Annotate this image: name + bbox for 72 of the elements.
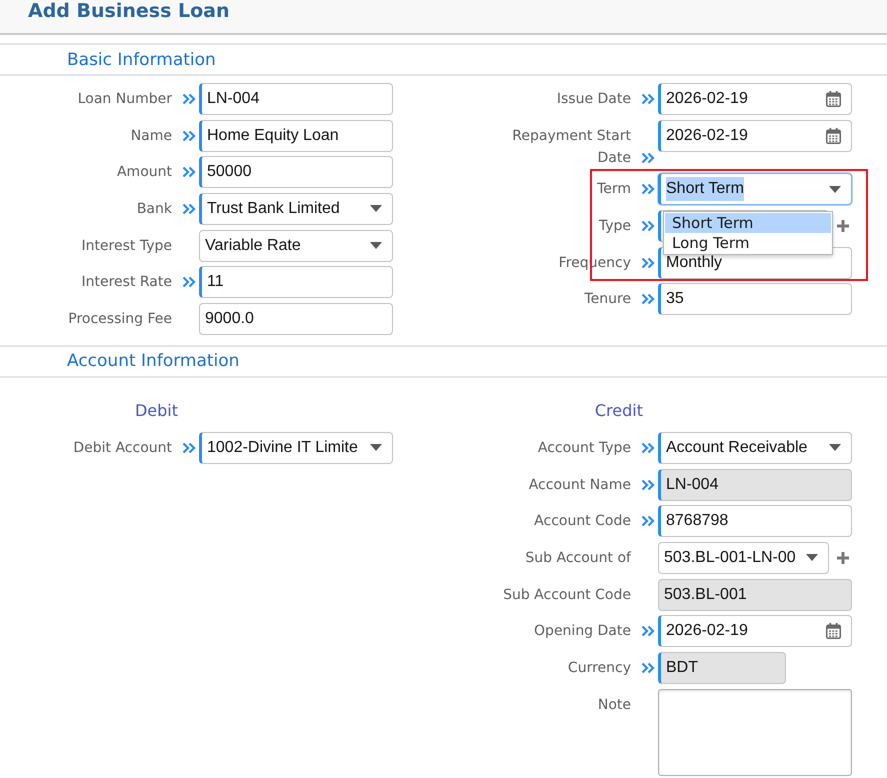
plus-icon[interactable]	[837, 552, 849, 564]
double-chevron-icon	[641, 256, 655, 269]
double-chevron-icon	[182, 442, 196, 454]
double-chevron-icon	[641, 662, 655, 674]
text-field[interactable]: Home Equity Loan	[199, 120, 393, 152]
calendar-icon[interactable]	[826, 128, 841, 144]
field-label: Currency	[568, 660, 631, 676]
field-label: Sub Account Code	[503, 586, 631, 603]
field-label: Repayment Start Date	[512, 128, 631, 166]
field-label: Term	[597, 181, 631, 198]
section-heading: Account Information	[67, 350, 240, 372]
select-field[interactable]: 503.BL-001-LN-00	[658, 542, 829, 574]
double-chevron-icon	[182, 276, 196, 288]
calendar-icon[interactable]	[826, 91, 841, 107]
field-label: Account Code	[534, 513, 631, 530]
double-chevron-icon	[182, 202, 196, 215]
double-chevron-icon	[641, 625, 655, 638]
text-field[interactable]: 50000	[199, 156, 393, 188]
field-label: Sub Account of	[525, 550, 631, 566]
text-field[interactable]: 9000.0	[199, 302, 393, 335]
field-label: Debit Account	[73, 440, 172, 456]
caret-down-icon	[370, 444, 382, 452]
note-field[interactable]	[658, 688, 852, 776]
field-label: Tenure	[584, 291, 631, 308]
text-field[interactable]: 35	[658, 283, 852, 316]
double-chevron-icon	[182, 93, 196, 105]
caret-down-icon	[370, 242, 382, 250]
double-chevron-icon	[641, 442, 655, 454]
section-heading: Basic Information	[67, 48, 216, 70]
text-field[interactable]: 11	[199, 266, 393, 298]
column-heading: Credit	[594, 400, 643, 420]
double-chevron-icon	[641, 152, 655, 164]
date-field[interactable]: 2026-02-19	[658, 615, 852, 648]
double-chevron-icon	[641, 220, 655, 232]
select-field[interactable]: Variable Rate	[199, 230, 393, 262]
select-field[interactable]: Trust Bank Limited	[199, 192, 393, 225]
caret-down-icon	[370, 205, 382, 212]
double-chevron-icon	[641, 515, 655, 528]
date-field[interactable]: 2026-02-19	[658, 83, 852, 115]
calendar-icon[interactable]	[826, 623, 841, 640]
field-label: Type	[598, 218, 631, 234]
field-label: Processing Fee	[68, 310, 172, 327]
field-label: Name	[130, 128, 172, 144]
date-field[interactable]: 2026-02-19	[658, 120, 852, 152]
field-label: Issue Date	[556, 91, 631, 107]
double-chevron-icon	[641, 478, 655, 491]
select-field[interactable]: 1002-Divine IT Limite	[199, 432, 393, 464]
field-label: Bank	[136, 200, 172, 217]
field-label: Account Type	[538, 440, 631, 456]
plus-icon[interactable]	[837, 220, 849, 232]
caret-down-icon	[829, 186, 841, 193]
select-field[interactable]: Short Term	[658, 173, 852, 206]
field-label: Interest Type	[81, 238, 172, 254]
field-label: Account Name	[528, 476, 631, 493]
dropdown-option[interactable]: Short Term	[665, 213, 831, 234]
page-title: Add Business Loan	[28, 1, 230, 21]
field-label: Interest Rate	[81, 274, 172, 290]
double-chevron-icon	[641, 93, 655, 105]
text-field[interactable]: LN-004	[199, 83, 393, 115]
double-chevron-icon	[641, 293, 655, 306]
select-field[interactable]: Account Receivable	[658, 432, 852, 464]
caret-down-icon	[829, 444, 841, 452]
field-label: Note	[598, 696, 631, 713]
field-label: Amount	[116, 164, 172, 180]
column-heading: Debit	[134, 400, 178, 420]
field-label: Loan Number	[78, 91, 172, 107]
double-chevron-icon	[641, 183, 655, 196]
caret-down-icon	[806, 554, 818, 562]
field-label: Opening Date	[534, 623, 631, 640]
double-chevron-icon	[182, 166, 196, 178]
double-chevron-icon	[182, 130, 196, 142]
text-field[interactable]: 8768798	[658, 505, 852, 538]
